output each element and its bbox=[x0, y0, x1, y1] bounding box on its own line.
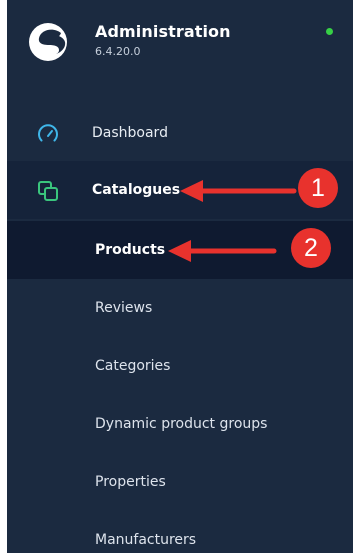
sidebar-header: Administration 6.4.20.0 bbox=[7, 0, 353, 78]
submenu-item-label: Categories bbox=[95, 358, 171, 374]
submenu-item-label: Products bbox=[95, 242, 166, 258]
status-indicator bbox=[326, 28, 333, 35]
submenu-item-label: Properties bbox=[95, 474, 166, 490]
submenu-item-dynamic-product-groups[interactable]: Dynamic product groups bbox=[7, 395, 353, 453]
step-2-badge: 2 bbox=[291, 228, 331, 268]
app-version: 6.4.20.0 bbox=[95, 45, 141, 58]
nav-item-label: Catalogues bbox=[92, 182, 181, 198]
submenu-item-label: Reviews bbox=[95, 300, 153, 316]
gauge-icon bbox=[38, 124, 58, 142]
nav-item-dashboard[interactable]: Dashboard bbox=[7, 104, 353, 162]
step-1-badge: 1 bbox=[298, 168, 338, 208]
nav-item-label: Dashboard bbox=[92, 125, 168, 141]
app-title: Administration bbox=[95, 22, 231, 41]
submenu-item-label: Dynamic product groups bbox=[95, 416, 268, 432]
catalogue-icon bbox=[38, 181, 58, 201]
submenu-item-label: Manufacturers bbox=[95, 532, 197, 548]
admin-sidebar: Administration 6.4.20.0 Dashboard Catalo… bbox=[7, 0, 353, 553]
shopware-logo-icon[interactable] bbox=[28, 22, 68, 62]
submenu-item-properties[interactable]: Properties bbox=[7, 453, 353, 511]
submenu-item-manufacturers[interactable]: Manufacturers bbox=[7, 511, 353, 553]
submenu-item-reviews[interactable]: Reviews bbox=[7, 279, 353, 337]
submenu-item-categories[interactable]: Categories bbox=[7, 337, 353, 395]
